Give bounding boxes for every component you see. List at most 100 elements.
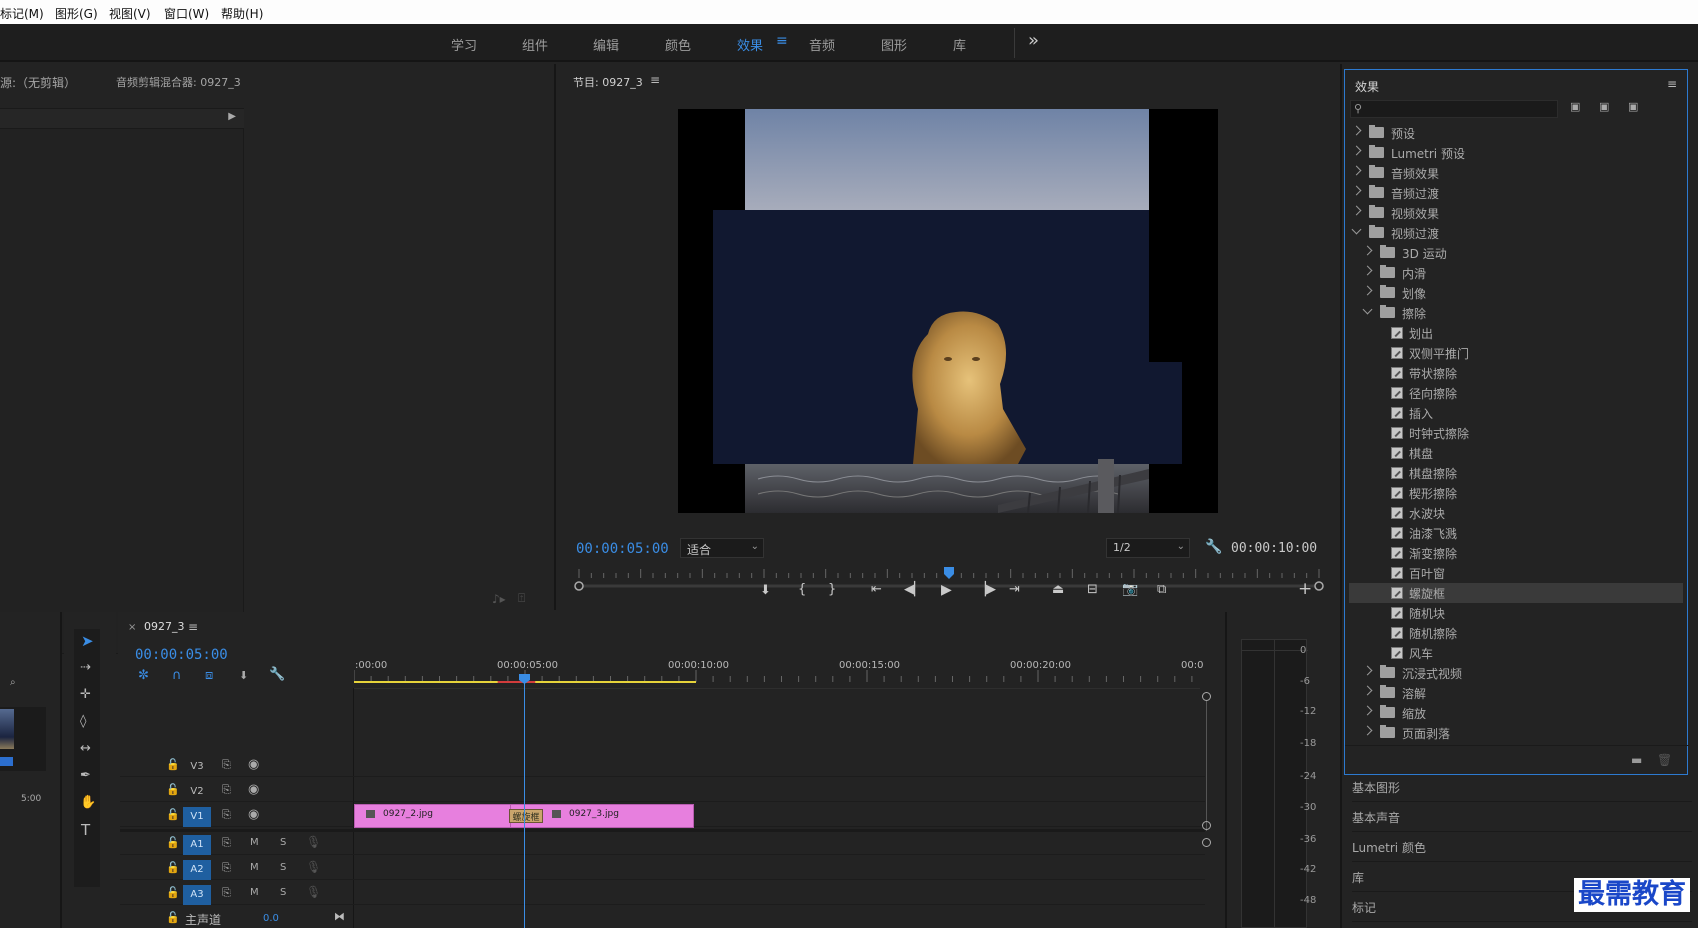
scroll-knob[interactable] xyxy=(1202,692,1211,701)
workspace-effects[interactable]: 效果 xyxy=(737,35,763,54)
step-back-icon[interactable]: ◀▏ xyxy=(904,582,924,597)
chevron-down-icon[interactable] xyxy=(1362,304,1373,315)
panel-essential-sound[interactable]: 基本声音 xyxy=(1352,803,1692,832)
effects-folder[interactable]: 音频过渡 xyxy=(1349,183,1683,203)
lift-icon[interactable]: ⏏ xyxy=(1052,582,1064,597)
vertical-scrollbar[interactable] xyxy=(1200,688,1214,928)
source-tab[interactable]: 源:（无剪辑） xyxy=(0,74,76,91)
mark-out-icon[interactable]: } xyxy=(828,582,836,597)
razor-tool-icon[interactable]: ◊ xyxy=(80,714,86,729)
track-target-a3[interactable]: A3 xyxy=(183,885,211,905)
workspace-libraries[interactable]: 库 xyxy=(953,35,966,54)
effects-title[interactable]: 效果 xyxy=(1355,78,1379,95)
microphone-icon[interactable]: 🎙 xyxy=(306,860,321,874)
workspace-learn[interactable]: 学习 xyxy=(451,35,477,54)
panel-menu-icon[interactable]: ≡ xyxy=(188,620,198,634)
effects-folder[interactable]: 缩放 xyxy=(1349,703,1683,723)
panel-menu-icon[interactable]: ≡ xyxy=(650,73,660,87)
chevron-right-icon[interactable] xyxy=(1362,685,1373,696)
sequence-tab[interactable]: 0927_3 xyxy=(144,620,185,633)
master-volume-value[interactable]: 0.0 xyxy=(263,913,279,924)
workspace-audio[interactable]: 音频 xyxy=(809,35,835,54)
effects-item[interactable]: 百叶窗 xyxy=(1349,563,1683,583)
go-to-out-icon[interactable]: ⇥ xyxy=(1009,582,1020,597)
solo-icon[interactable]: S xyxy=(280,887,286,898)
ripple-edit-tool-icon[interactable]: ✛ xyxy=(80,687,91,702)
workspace-color[interactable]: 颜色 xyxy=(665,35,691,54)
effects-item[interactable]: 随机擦除 xyxy=(1349,623,1683,643)
close-icon[interactable]: × xyxy=(128,622,136,633)
effects-item[interactable]: 渐变擦除 xyxy=(1349,543,1683,563)
program-playhead-timecode[interactable]: 00:00:05:00 xyxy=(576,541,669,557)
program-title[interactable]: 节目: 0927_3 xyxy=(573,74,643,90)
lock-icon[interactable]: 🔓 xyxy=(166,808,180,821)
export-icon[interactable]: ⍐ xyxy=(518,591,525,606)
snap-magnet-icon[interactable]: ∩ xyxy=(172,668,182,683)
track-target-a2[interactable]: A2 xyxy=(183,860,211,880)
track-target-v3[interactable]: V3 xyxy=(183,757,211,777)
add-marker-icon[interactable]: ⬇ xyxy=(239,669,248,682)
track-target-v1[interactable]: V1 xyxy=(183,807,211,827)
track-target-v2[interactable]: V2 xyxy=(183,782,211,802)
workspace-overflow-icon[interactable]: » xyxy=(1028,30,1039,51)
find-icon[interactable]: ⌕ xyxy=(10,677,16,688)
panel-lumetri-color[interactable]: Lumetri 颜色 xyxy=(1352,833,1692,862)
timeline-settings-wrench-icon[interactable]: 🔧 xyxy=(269,667,285,682)
effects-item[interactable]: 油漆飞溅 xyxy=(1349,523,1683,543)
effects-item[interactable]: 棋盘 xyxy=(1349,443,1683,463)
effects-item[interactable]: 风车 xyxy=(1349,643,1683,663)
step-forward-icon[interactable]: ▕▶ xyxy=(976,582,996,597)
effects-folder[interactable]: 3D 运动 xyxy=(1349,243,1683,263)
mark-in-icon[interactable]: { xyxy=(798,582,806,597)
effects-folder[interactable]: 视频效果 xyxy=(1349,203,1683,223)
new-bin-folder-icon[interactable]: ▬ xyxy=(1631,753,1642,767)
solo-icon[interactable]: S xyxy=(280,862,286,873)
effects-folder[interactable]: 内滑 xyxy=(1349,263,1683,283)
chevron-right-icon[interactable] xyxy=(1362,725,1373,736)
sync-lock-icon[interactable]: ⎘ xyxy=(222,758,231,772)
effects-item[interactable]: 螺旋框 xyxy=(1349,583,1683,603)
chevron-right-icon[interactable] xyxy=(1362,285,1373,296)
menu-graphics[interactable]: 图形(G) xyxy=(55,5,98,22)
effects-item[interactable]: 时钟式擦除 xyxy=(1349,423,1683,443)
effects-item[interactable]: 棋盘擦除 xyxy=(1349,463,1683,483)
scroll-knob[interactable] xyxy=(1202,838,1211,847)
export-frame-icon[interactable]: 📷 xyxy=(1122,582,1138,597)
sync-lock-icon[interactable]: ⎘ xyxy=(222,808,231,822)
chevron-right-icon[interactable] xyxy=(1351,205,1362,216)
transition-spiral-boxes[interactable]: 螺旋框 xyxy=(509,809,543,823)
workspace-menu-icon[interactable]: ≡ xyxy=(776,33,788,49)
delete-trash-icon[interactable]: 🗑 xyxy=(1657,753,1672,767)
effects-folder[interactable]: 沉浸式视频 xyxy=(1349,663,1683,683)
effects-folder[interactable]: 视频过渡 xyxy=(1349,223,1683,243)
chevron-right-icon[interactable] xyxy=(1351,165,1362,176)
audio-clip-mixer-tab[interactable]: 音频剪辑混合器: 0927_3 xyxy=(116,74,241,90)
menu-window[interactable]: 窗口(W) xyxy=(164,5,209,22)
mute-icon[interactable]: M xyxy=(250,837,259,848)
effects-item[interactable]: 楔形擦除 xyxy=(1349,483,1683,503)
sync-lock-icon[interactable]: ⎘ xyxy=(222,886,231,900)
microphone-icon[interactable]: 🎙 xyxy=(306,835,321,849)
clip-0927-2[interactable]: 0927_2.jpg xyxy=(354,804,511,828)
effects-folder[interactable]: Lumetri 预设 xyxy=(1349,143,1683,163)
effects-item[interactable]: 径向擦除 xyxy=(1349,383,1683,403)
effects-search-input[interactable]: ⚲ xyxy=(1350,100,1558,118)
lock-icon[interactable]: 🔓 xyxy=(166,911,180,924)
wrench-icon[interactable]: 🔧 xyxy=(1205,539,1222,555)
effects-item[interactable]: 插入 xyxy=(1349,403,1683,423)
comparison-view-icon[interactable]: ⧉ xyxy=(1157,582,1166,597)
effects-folder[interactable]: 页面剥落 xyxy=(1349,723,1683,743)
sync-lock-icon[interactable]: ⎘ xyxy=(222,861,231,875)
panel-essential-graphics[interactable]: 基本图形 xyxy=(1352,773,1692,802)
nest-sequence-icon[interactable]: ✼ xyxy=(138,668,149,683)
lock-icon[interactable]: 🔓 xyxy=(166,758,180,771)
selection-tool-icon[interactable]: ➤ xyxy=(81,632,94,650)
effects-item[interactable]: 双侧平推门 xyxy=(1349,343,1683,363)
add-marker-icon[interactable]: ⬇ xyxy=(760,583,771,598)
timeline-timecode[interactable]: 00:00:05:00 xyxy=(135,647,228,663)
effects-folder[interactable]: 溶解 xyxy=(1349,683,1683,703)
effects-folder[interactable]: 预设 xyxy=(1349,123,1683,143)
chevron-down-icon[interactable] xyxy=(1351,224,1362,235)
chevron-right-icon[interactable] xyxy=(1362,265,1373,276)
solo-icon[interactable]: S xyxy=(280,837,286,848)
